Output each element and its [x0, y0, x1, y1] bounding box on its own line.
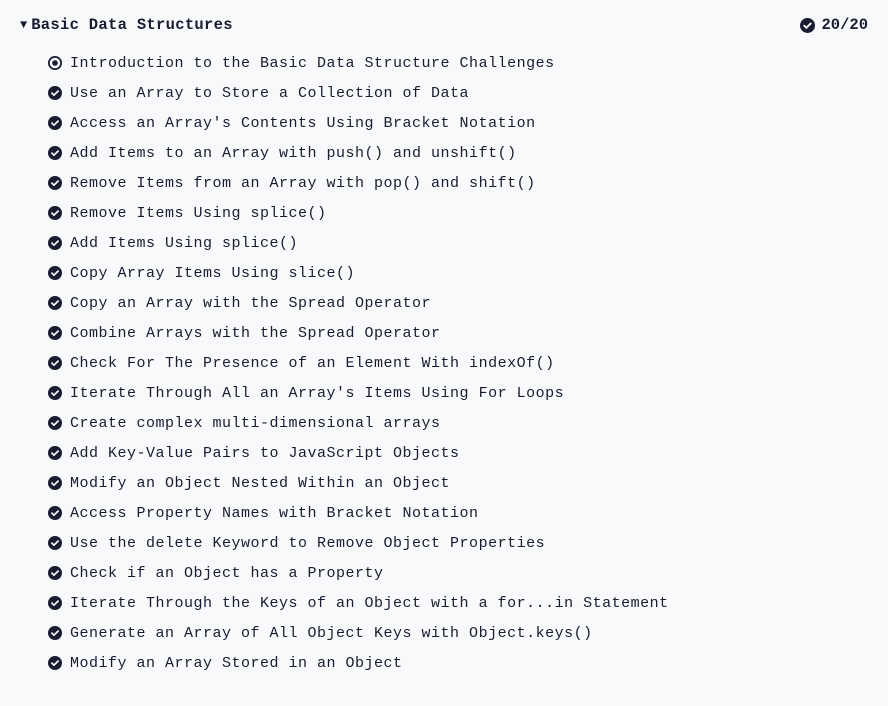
check-circle-icon: [48, 416, 62, 430]
section-title-wrap: ▼ Basic Data Structures: [20, 16, 233, 34]
check-circle-icon: [48, 626, 62, 640]
check-circle-icon: [48, 86, 62, 100]
check-circle-icon: [48, 266, 62, 280]
challenge-item[interactable]: Generate an Array of All Object Keys wit…: [48, 618, 868, 648]
check-circle-icon: [48, 536, 62, 550]
intro-circle-icon: [48, 56, 62, 70]
check-circle-icon: [48, 236, 62, 250]
challenge-item[interactable]: Modify an Array Stored in an Object: [48, 648, 868, 678]
check-circle-icon: [48, 206, 62, 220]
challenge-label: Generate an Array of All Object Keys wit…: [70, 625, 593, 642]
challenge-label: Copy an Array with the Spread Operator: [70, 295, 431, 312]
challenge-item[interactable]: Iterate Through All an Array's Items Usi…: [48, 378, 868, 408]
challenge-label: Iterate Through All an Array's Items Usi…: [70, 385, 564, 402]
challenges-list: Introduction to the Basic Data Structure…: [20, 42, 868, 678]
challenge-item[interactable]: Add Items to an Array with push() and un…: [48, 138, 868, 168]
challenge-item[interactable]: Access an Array's Contents Using Bracket…: [48, 108, 868, 138]
challenge-label: Use the delete Keyword to Remove Object …: [70, 535, 545, 552]
challenge-label: Add Key-Value Pairs to JavaScript Object…: [70, 445, 460, 462]
progress-count: 20/20: [821, 16, 868, 34]
challenge-label: Iterate Through the Keys of an Object wi…: [70, 595, 669, 612]
check-circle-icon: [48, 506, 62, 520]
challenge-item[interactable]: Use the delete Keyword to Remove Object …: [48, 528, 868, 558]
challenge-label: Create complex multi-dimensional arrays: [70, 415, 441, 432]
check-circle-icon: [48, 476, 62, 490]
check-circle-icon: [48, 326, 62, 340]
section-progress: 20/20: [800, 16, 868, 34]
challenge-label: Access Property Names with Bracket Notat…: [70, 505, 479, 522]
challenge-label: Combine Arrays with the Spread Operator: [70, 325, 441, 342]
challenge-item[interactable]: Check For The Presence of an Element Wit…: [48, 348, 868, 378]
challenge-item[interactable]: Remove Items from an Array with pop() an…: [48, 168, 868, 198]
challenge-label: Remove Items from an Array with pop() an…: [70, 175, 536, 192]
challenge-label: Check For The Presence of an Element Wit…: [70, 355, 555, 372]
challenge-label: Access an Array's Contents Using Bracket…: [70, 115, 536, 132]
challenge-item[interactable]: Create complex multi-dimensional arrays: [48, 408, 868, 438]
challenge-item[interactable]: Combine Arrays with the Spread Operator: [48, 318, 868, 348]
check-circle-icon: [48, 566, 62, 580]
challenge-item[interactable]: Check if an Object has a Property: [48, 558, 868, 588]
challenge-label: Modify an Object Nested Within an Object: [70, 475, 450, 492]
challenge-label: Use an Array to Store a Collection of Da…: [70, 85, 469, 102]
check-circle-icon: [800, 18, 815, 33]
section-header[interactable]: ▼ Basic Data Structures 20/20: [20, 16, 868, 34]
section-title: Basic Data Structures: [31, 16, 233, 34]
challenge-label: Add Items Using splice(): [70, 235, 298, 252]
challenge-label: Copy Array Items Using slice(): [70, 265, 355, 282]
check-circle-icon: [48, 116, 62, 130]
check-circle-icon: [48, 446, 62, 460]
challenge-label: Check if an Object has a Property: [70, 565, 384, 582]
challenge-label: Introduction to the Basic Data Structure…: [70, 55, 555, 72]
challenge-label: Add Items to an Array with push() and un…: [70, 145, 517, 162]
challenge-label: Modify an Array Stored in an Object: [70, 655, 403, 672]
challenge-item[interactable]: Iterate Through the Keys of an Object wi…: [48, 588, 868, 618]
challenge-item[interactable]: Add Key-Value Pairs to JavaScript Object…: [48, 438, 868, 468]
check-circle-icon: [48, 146, 62, 160]
challenge-item[interactable]: Introduction to the Basic Data Structure…: [48, 48, 868, 78]
check-circle-icon: [48, 656, 62, 670]
check-circle-icon: [48, 176, 62, 190]
challenge-item[interactable]: Add Items Using splice(): [48, 228, 868, 258]
challenge-item[interactable]: Modify an Object Nested Within an Object: [48, 468, 868, 498]
caret-down-icon: ▼: [20, 18, 27, 32]
check-circle-icon: [48, 356, 62, 370]
challenge-item[interactable]: Remove Items Using splice(): [48, 198, 868, 228]
challenge-item[interactable]: Copy an Array with the Spread Operator: [48, 288, 868, 318]
challenge-item[interactable]: Copy Array Items Using slice(): [48, 258, 868, 288]
challenge-item[interactable]: Use an Array to Store a Collection of Da…: [48, 78, 868, 108]
check-circle-icon: [48, 296, 62, 310]
check-circle-icon: [48, 386, 62, 400]
check-circle-icon: [48, 596, 62, 610]
challenge-item[interactable]: Access Property Names with Bracket Notat…: [48, 498, 868, 528]
challenge-label: Remove Items Using splice(): [70, 205, 327, 222]
